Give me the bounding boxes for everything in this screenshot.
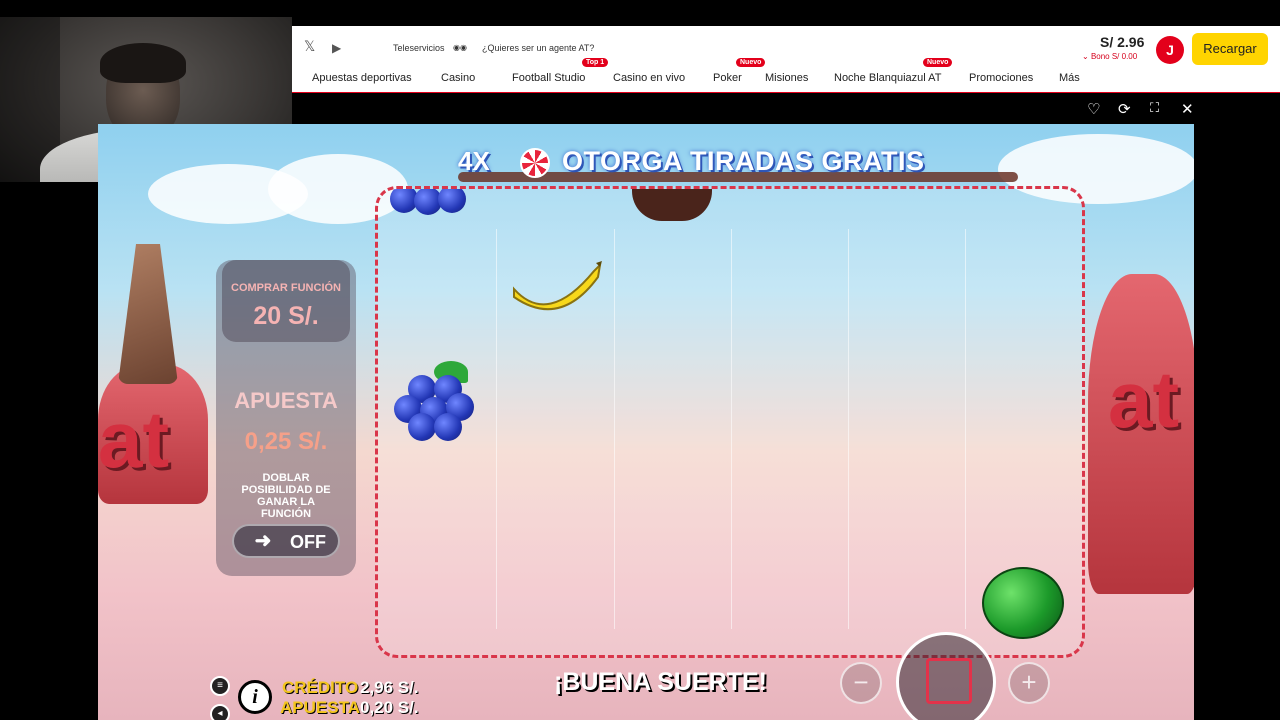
reel-separator: [731, 229, 732, 629]
panel-bet-label: APUESTA: [234, 388, 338, 413]
sound-icon[interactable]: ◂: [210, 704, 230, 720]
x-icon[interactable]: 𝕏: [304, 39, 315, 55]
reel-separator: [848, 229, 849, 629]
close-icon[interactable]: ✕: [1181, 100, 1194, 118]
at-logo-decoration: at: [98, 395, 170, 484]
badge-nuevo-poker: Nuevo: [736, 58, 766, 67]
decrease-bet-button[interactable]: −: [840, 662, 882, 704]
nav-item-football-studio[interactable]: Football Studio: [512, 72, 585, 84]
nav-item-noche-blanquiazul[interactable]: Noche Blanquiazul AT: [834, 72, 941, 84]
panel-bet-value: 0,25 S/.: [244, 428, 328, 455]
bono-display[interactable]: ⌄ Bono S/ 0.00: [1082, 52, 1137, 61]
feature-panel: COMPRAR FUNCIÓN 20 S/. APUESTA 0,25 S/. …: [216, 260, 356, 576]
header-topline: 𝕏 ▶ Teleservicios ◉◉ ¿Quieres ser un age…: [292, 26, 1280, 65]
reel-separator: [496, 229, 497, 629]
balance-display: S/ 2.96: [1100, 34, 1145, 50]
double-chance-toggle[interactable]: ➜ OFF: [232, 524, 340, 558]
reel-grid[interactable]: [375, 186, 1085, 658]
nav-item-more[interactable]: Más: [1059, 72, 1080, 84]
arrow-right-icon: ➜: [254, 530, 272, 552]
recharge-button[interactable]: Recargar: [1192, 33, 1268, 65]
grape-symbol: [390, 189, 470, 219]
teleservicios-link[interactable]: Teleservicios: [393, 43, 445, 53]
credit-value: 2,96 S/.: [360, 678, 419, 697]
heart-icon[interactable]: ♡: [1087, 100, 1100, 118]
header-divider: [292, 92, 1280, 93]
user-avatar[interactable]: J: [1156, 36, 1184, 64]
screen: 𝕏 ▶ Teleservicios ◉◉ ¿Quieres ser un age…: [0, 0, 1280, 720]
at-logo-decoration-right: at: [1108, 355, 1180, 444]
double-chance-label: DOBLAR POSIBILIDAD DE GANAR LA FUNCIÓN: [241, 472, 331, 520]
toggle-state: OFF: [290, 532, 326, 552]
slot-game[interactable]: at at 4X OTORGA TIRADAS GRATIS COMPRAR F…: [98, 124, 1194, 720]
watermelon-symbol: [982, 567, 1064, 639]
main-nav: Apuestas deportivas Casino Football Stud…: [292, 62, 1280, 92]
refresh-icon[interactable]: ⟳: [1118, 100, 1131, 118]
lollipop-icon: [520, 148, 550, 178]
fullscreen-icon[interactable]: ⛶: [1150, 101, 1159, 119]
info-button[interactable]: i: [238, 680, 272, 714]
good-luck-message: ¡BUENA SUERTE!: [554, 668, 767, 696]
increase-bet-button[interactable]: +: [1008, 662, 1050, 704]
youtube-icon[interactable]: ▶: [332, 41, 341, 55]
nav-item-missions[interactable]: Misiones: [765, 72, 808, 84]
buy-feature-price: 20 S/.: [253, 302, 319, 330]
nav-item-sports[interactable]: Apuestas deportivas: [312, 72, 412, 84]
chocolate-symbol: [632, 189, 712, 221]
reel-separator: [614, 229, 615, 629]
nav-item-casino[interactable]: Casino: [441, 72, 475, 84]
stake-label: APUESTA: [280, 698, 360, 717]
menu-icon[interactable]: ≡: [210, 676, 230, 696]
banner-multiplier: 4X: [458, 146, 490, 176]
cone-decoration: [118, 244, 178, 384]
badge-top1: Top 1: [582, 58, 609, 67]
spin-icon: [926, 658, 972, 704]
banana-symbol: [513, 261, 602, 311]
grape-symbol: [390, 361, 484, 441]
stake-value: 0,20 S/.: [360, 698, 419, 717]
nav-item-poker[interactable]: Poker: [713, 72, 742, 84]
telegram-icon[interactable]: ◉◉: [453, 43, 467, 52]
reel-separator: [965, 229, 966, 629]
free-spins-banner: 4X OTORGA TIRADAS GRATIS: [458, 146, 1018, 180]
buy-feature-label: COMPRAR FUNCIÓN: [231, 282, 341, 294]
site-header: 𝕏 ▶ Teleservicios ◉◉ ¿Quieres ser un age…: [292, 26, 1280, 92]
bono-text: Bono S/ 0.00: [1090, 52, 1138, 61]
credit-label: CRÉDITO: [282, 678, 359, 697]
streamer-hair: [100, 43, 186, 83]
nav-item-live-casino[interactable]: Casino en vivo: [613, 72, 685, 84]
agent-link[interactable]: ¿Quieres ser un agente AT?: [482, 43, 594, 53]
nav-item-promotions[interactable]: Promociones: [969, 72, 1033, 84]
badge-nuevo-noche: Nuevo: [923, 58, 953, 67]
banner-title: OTORGA TIRADAS GRATIS: [562, 146, 925, 176]
